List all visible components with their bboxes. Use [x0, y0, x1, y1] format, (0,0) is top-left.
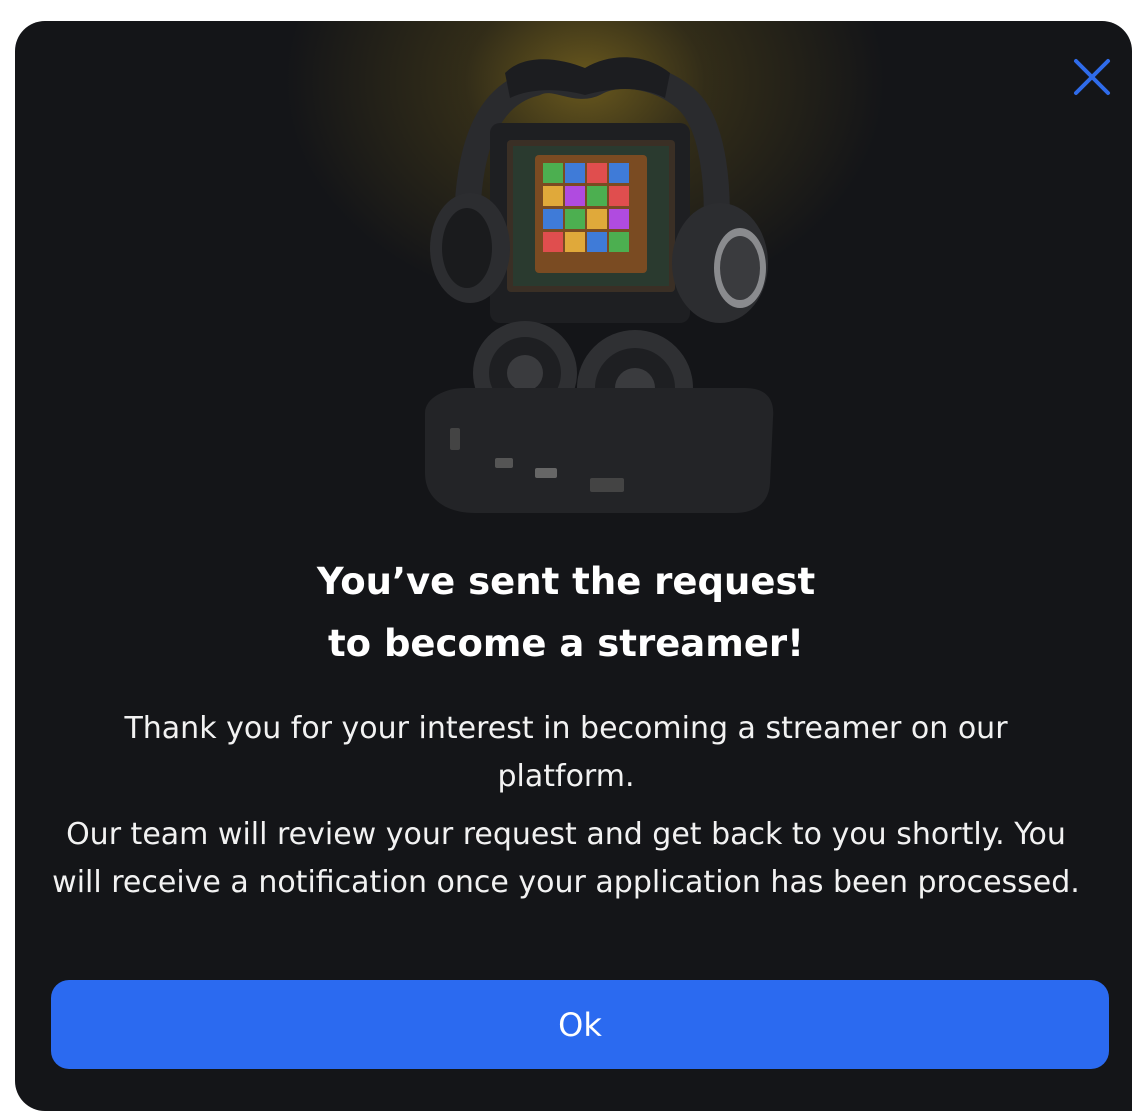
close-icon[interactable] [1072, 57, 1112, 97]
ok-button[interactable]: Ok [51, 980, 1109, 1069]
streamer-gear-image [425, 57, 774, 513]
dialog-body: Thank you for your interest in becoming … [40, 705, 1092, 917]
streamer-request-dialog: You’ve sent the request to become a stre… [15, 21, 1132, 1111]
dialog-paragraph-review: Our team will review your request and ge… [52, 817, 1080, 900]
dialog-paragraph-thanks: Thank you for your interest in becoming … [124, 711, 1008, 794]
dialog-title: You’ve sent the request to become a stre… [15, 551, 1132, 675]
dialog-title-line2: to become a streamer! [327, 622, 805, 665]
dialog-title-line1: You’ve sent the request [316, 560, 816, 603]
